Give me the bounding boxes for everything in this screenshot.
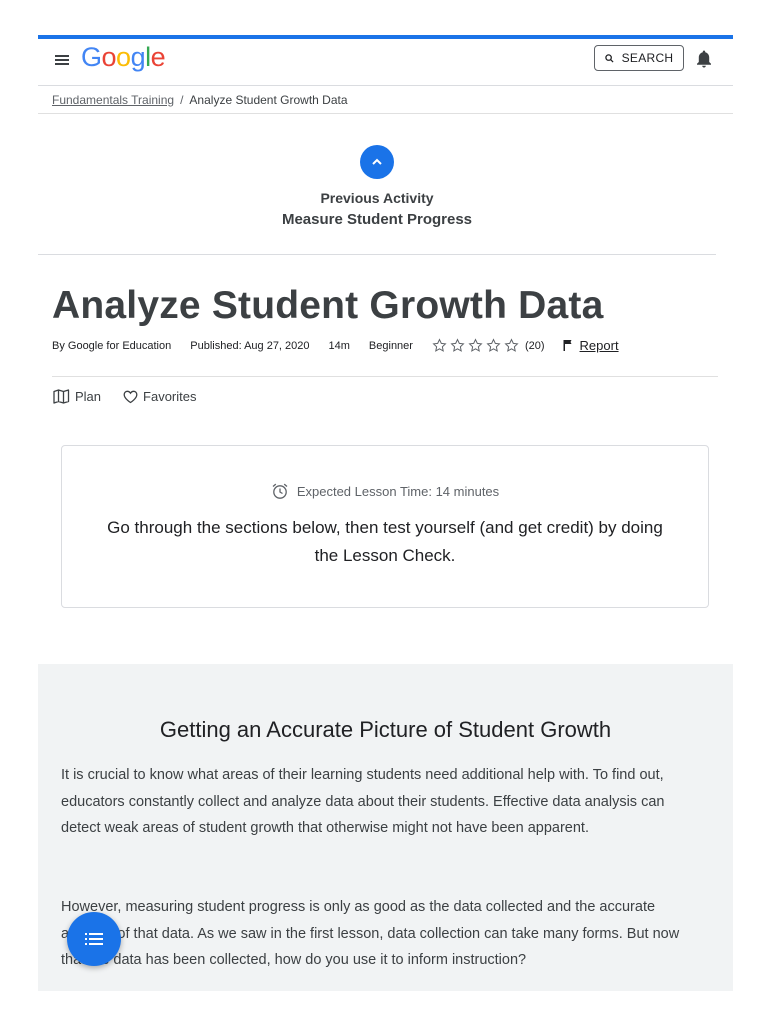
lesson-actions: Plan Favorites: [53, 389, 197, 404]
section-heading: Getting an Accurate Picture of Student G…: [159, 717, 612, 742]
content-section: Getting an Accurate Picture of Student G…: [38, 664, 733, 991]
star-icon: [504, 338, 519, 352]
divider: [38, 254, 716, 255]
star-icon: [432, 338, 447, 352]
star-icon: [486, 338, 501, 352]
previous-activity-title[interactable]: Measure Student Progress: [38, 211, 716, 228]
breadcrumb-separator: /: [180, 92, 184, 107]
report-link[interactable]: Report: [562, 338, 619, 353]
menu-icon[interactable]: [55, 55, 69, 67]
star-icon: [450, 338, 465, 352]
chevron-up-icon: [372, 158, 382, 165]
author: By Google for Education: [52, 339, 172, 352]
lesson-info-card: Expected Lesson Time: 14 minutes Go thro…: [61, 445, 709, 608]
plan-button[interactable]: Plan: [53, 389, 101, 404]
previous-activity: Previous Activity Measure Student Progre…: [38, 145, 716, 228]
report-label: Report: [579, 338, 619, 353]
map-icon: [53, 389, 70, 404]
level: Beginner: [368, 339, 413, 352]
app-frame: Google SEARCH Fundamentals Training / An…: [38, 35, 733, 114]
table-of-contents-button[interactable]: [67, 912, 121, 966]
star-icon: [468, 338, 483, 352]
favorites-label: Favorites: [143, 389, 197, 404]
published-date: Published: Aug 27, 2020: [190, 339, 310, 352]
previous-activity-label: Previous Activity: [320, 190, 434, 206]
favorites-button[interactable]: Favorites: [123, 389, 197, 404]
duration: 14m: [328, 339, 350, 352]
lesson-meta: By Google for Education Published: Aug 2…: [52, 338, 619, 353]
search-label: SEARCH: [621, 51, 674, 65]
expected-time: Expected Lesson Time: 14 minutes: [62, 482, 708, 500]
search-button[interactable]: SEARCH: [594, 45, 684, 71]
paragraph: It is crucial to know what areas of thei…: [61, 767, 665, 836]
breadcrumb-link-fundamentals[interactable]: Fundamentals Training: [52, 93, 174, 107]
google-logo[interactable]: Google: [81, 42, 166, 73]
list-icon: [85, 933, 103, 945]
rating-stars[interactable]: [432, 338, 519, 353]
divider: [52, 376, 718, 377]
expected-time-text: Expected Lesson Time: 14 minutes: [296, 483, 500, 499]
flag-icon: [563, 340, 572, 351]
search-icon: [604, 53, 614, 63]
breadcrumb-current: Analyze Student Growth Data: [189, 92, 348, 107]
notifications-bell-icon[interactable]: [695, 49, 713, 69]
plan-label: Plan: [75, 389, 102, 404]
previous-activity-button[interactable]: [360, 145, 394, 179]
instructions-text: Go through the sections below, then test…: [107, 518, 663, 565]
top-bar: Google SEARCH: [38, 35, 733, 86]
breadcrumb: Fundamentals Training / Analyze Student …: [38, 86, 733, 114]
alarm-clock-icon: [272, 483, 288, 499]
paragraph: However, measuring student progress is o…: [61, 899, 680, 968]
heart-icon: [123, 390, 138, 403]
page-title: Analyze Student Growth Data: [52, 284, 604, 327]
rating-count: (20): [524, 339, 545, 352]
